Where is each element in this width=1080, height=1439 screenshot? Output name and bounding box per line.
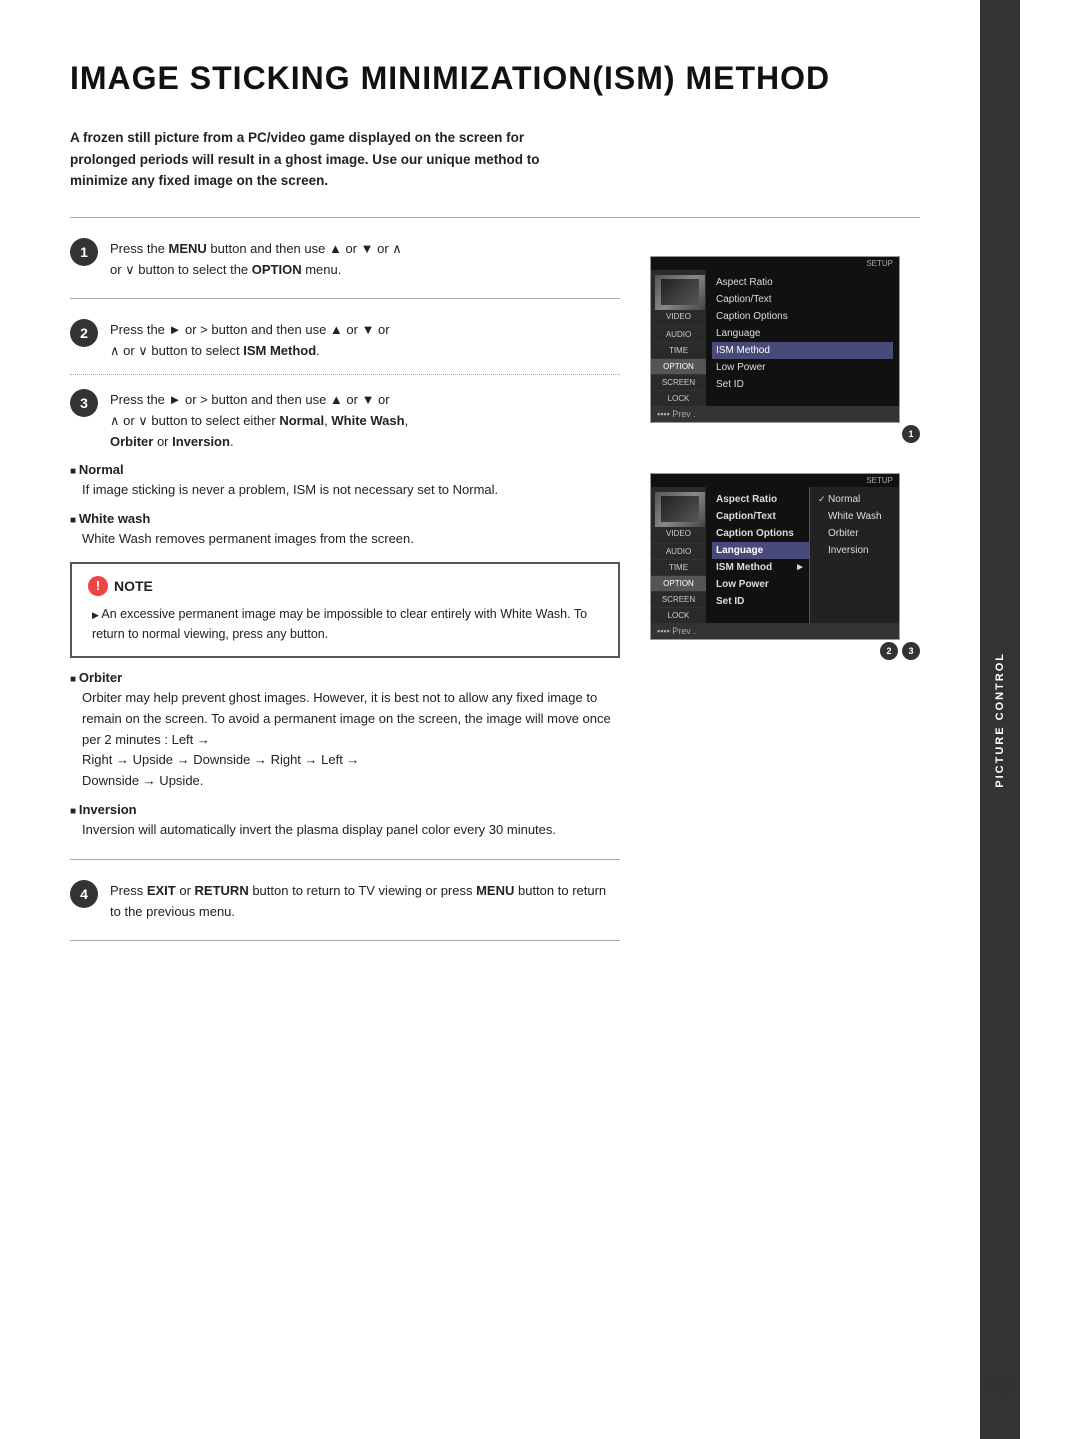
step-3-text: Press the ► or > button and then use ▲ o… — [110, 387, 408, 452]
tv-footer-1: ▪▪▪▪ Prev . — [651, 406, 899, 422]
steps-and-ui: 1 Press the MENU button and then use ▲ o… — [70, 236, 920, 960]
tv-menu-2: SETUP VIDEO AUDIO TIME OPTION SCREEN — [650, 473, 900, 640]
divider-4 — [70, 859, 620, 860]
menu-item-setid-1: Set ID — [712, 376, 893, 393]
note-body: An excessive permanent image may be impo… — [88, 604, 602, 644]
menu-item-language-1: Language — [712, 325, 893, 342]
tv-menu-1: SETUP VIDEO AUDIO TIME OPTION SCREEN — [650, 256, 900, 423]
note-title: NOTE — [114, 578, 153, 594]
sidebar-option-1: OPTION — [651, 359, 706, 374]
step-3-circle: 3 — [70, 389, 98, 417]
note-icon: ! — [88, 576, 108, 596]
divider-1 — [70, 217, 920, 218]
section-inversion-heading: Inversion — [70, 802, 620, 817]
section-normal-body: If image sticking is never a problem, IS… — [82, 480, 620, 501]
tv-menu-1-inner: VIDEO AUDIO TIME OPTION SCREEN LOCK Aspe… — [651, 270, 899, 406]
tv-prev-label-1: ▪▪▪▪ Prev . — [657, 409, 696, 419]
step-1-text: Press the MENU button and then use ▲ or … — [110, 236, 402, 281]
sidebar-lock-1: LOCK — [651, 391, 706, 406]
submenu-whitewash: White Wash — [814, 508, 895, 525]
menu-item-aspect-1: Aspect Ratio — [712, 274, 893, 291]
tv-prev-label-2: ▪▪▪▪ Prev . — [657, 626, 696, 636]
page-container: IMAGE STICKING MINIMIZATION(ISM) METHOD … — [0, 0, 1080, 1439]
step-4-text: Press EXIT or RETURN button to return to… — [110, 878, 620, 923]
step-3: 3 Press the ► or > button and then use ▲… — [70, 387, 620, 452]
menu-item-lowpower-2: Low Power — [712, 576, 809, 593]
sidebar-audio-1: AUDIO — [651, 327, 706, 342]
badge-1: 1 — [902, 425, 920, 443]
ui-column: SETUP VIDEO AUDIO TIME OPTION SCREEN — [650, 236, 920, 960]
badge-3: 3 — [902, 642, 920, 660]
step-2-text: Press the ► or > button and then use ▲ o… — [110, 317, 390, 362]
badge-row-1: 1 — [650, 423, 920, 443]
tv-menu-2-inner: VIDEO AUDIO TIME OPTION SCREEN LOCK Aspe… — [651, 487, 899, 623]
ism-label: ISM Method — [716, 562, 772, 573]
menu-screenshot-1: SETUP VIDEO AUDIO TIME OPTION SCREEN — [650, 256, 920, 443]
submenu-inversion: Inversion — [814, 542, 895, 559]
submenu-normal: Normal — [814, 491, 895, 508]
tv-footer-2: ▪▪▪▪ Prev . — [651, 623, 899, 639]
menu-screenshot-2: SETUP VIDEO AUDIO TIME OPTION SCREEN — [650, 473, 920, 660]
section-whitewash-body: White Wash removes permanent images from… — [82, 529, 620, 550]
page-title: IMAGE STICKING MINIMIZATION(ISM) METHOD — [70, 60, 920, 97]
section-orbiter-heading: Orbiter — [70, 670, 620, 685]
tv-thumb-2 — [655, 492, 705, 527]
menu-item-caption-opts-2: Caption Options — [712, 525, 809, 542]
sidebar-screen-2: SCREEN — [651, 592, 706, 607]
sidebar-label: PICTURE CONTROL — [994, 652, 1006, 788]
menu-item-aspect-2: Aspect Ratio — [712, 491, 809, 508]
setup-label-1: SETUP — [651, 257, 899, 270]
sidebar-video-1: VIDEO — [651, 270, 706, 326]
divider-3 — [70, 374, 620, 375]
submenu-orbiter: Orbiter — [814, 525, 895, 542]
ism-arrow: ► — [795, 562, 805, 573]
step-1: 1 Press the MENU button and then use ▲ o… — [70, 236, 620, 281]
note-box: ! NOTE An excessive permanent image may … — [70, 562, 620, 658]
tv-menu-list-1: Aspect Ratio Caption/Text Caption Option… — [706, 270, 899, 406]
tv-sidebar-1: VIDEO AUDIO TIME OPTION SCREEN LOCK — [651, 270, 706, 406]
note-header: ! NOTE — [88, 576, 602, 596]
sidebar-time-2: TIME — [651, 560, 706, 575]
main-content: IMAGE STICKING MINIMIZATION(ISM) METHOD … — [0, 0, 980, 1439]
sidebar-lock-2: LOCK — [651, 608, 706, 623]
sidebar-option-2: OPTION — [651, 576, 706, 591]
sidebar-screen-1: SCREEN — [651, 375, 706, 390]
menu-item-ism-2: ISM Method ► — [712, 559, 809, 576]
sidebar-audio-2: AUDIO — [651, 544, 706, 559]
divider-5 — [70, 940, 620, 941]
menu-item-language-2: Language — [712, 542, 809, 559]
step-4-circle: 4 — [70, 880, 98, 908]
steps-column: 1 Press the MENU button and then use ▲ o… — [70, 236, 620, 960]
step-2-circle: 2 — [70, 319, 98, 347]
menu-item-caption-opts-1: Caption Options — [712, 308, 893, 325]
sidebar-video-2: VIDEO — [651, 487, 706, 543]
tv-menu-list-2: Aspect Ratio Caption/Text Caption Option… — [706, 487, 809, 623]
sidebar-time-1: TIME — [651, 343, 706, 358]
right-sidebar: PICTURE CONTROL — [980, 0, 1020, 1439]
tv-submenu-2: Normal White Wash Orbiter Inversion — [809, 487, 899, 623]
menu-item-setid-2: Set ID — [712, 593, 809, 610]
section-normal-heading: Normal — [70, 462, 620, 477]
menu-item-caption-2: Caption/Text — [712, 508, 809, 525]
step-4: 4 Press EXIT or RETURN button to return … — [70, 878, 620, 923]
section-inversion-body: Inversion will automatically invert the … — [82, 820, 620, 841]
page-number: 53 — [986, 1373, 1010, 1399]
menu-item-lowpower-1: Low Power — [712, 359, 893, 376]
divider-2 — [70, 298, 620, 299]
section-whitewash-heading: White wash — [70, 511, 620, 526]
section-orbiter-body: Orbiter may help prevent ghost images. H… — [82, 688, 620, 792]
badge-row-2: 2 3 — [650, 640, 920, 660]
intro-text: A frozen still picture from a PC/video g… — [70, 127, 590, 192]
setup-label-2: SETUP — [651, 474, 899, 487]
badge-2: 2 — [880, 642, 898, 660]
menu-item-caption-1: Caption/Text — [712, 291, 893, 308]
tv-sidebar-2: VIDEO AUDIO TIME OPTION SCREEN LOCK — [651, 487, 706, 623]
tv-thumb-1 — [655, 275, 705, 310]
step-1-circle: 1 — [70, 238, 98, 266]
menu-item-ism-1: ISM Method — [712, 342, 893, 359]
step-2: 2 Press the ► or > button and then use ▲… — [70, 317, 620, 362]
